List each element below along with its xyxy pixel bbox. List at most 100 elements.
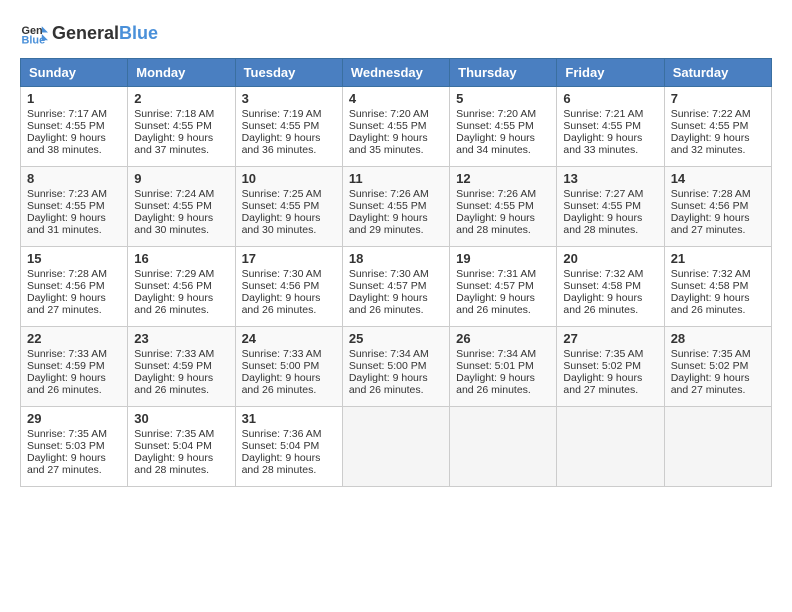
- sunrise-text: Sunrise: 7:35 AM: [671, 348, 751, 360]
- daylight-text: Daylight: 9 hours and 31 minutes.: [27, 212, 106, 236]
- daylight-text: Daylight: 9 hours and 28 minutes.: [563, 212, 642, 236]
- sunset-text: Sunset: 4:56 PM: [242, 280, 320, 292]
- calendar-cell: 24Sunrise: 7:33 AMSunset: 5:00 PMDayligh…: [235, 327, 342, 407]
- daylight-text: Daylight: 9 hours and 28 minutes.: [242, 452, 321, 476]
- calendar-cell: 7Sunrise: 7:22 AMSunset: 4:55 PMDaylight…: [664, 87, 771, 167]
- sunrise-text: Sunrise: 7:35 AM: [27, 428, 107, 440]
- daylight-text: Daylight: 9 hours and 26 minutes.: [456, 292, 535, 316]
- col-header-sunday: Sunday: [21, 59, 128, 87]
- day-number: 11: [349, 171, 443, 186]
- sunrise-text: Sunrise: 7:28 AM: [27, 268, 107, 280]
- daylight-text: Daylight: 9 hours and 27 minutes.: [27, 292, 106, 316]
- daylight-text: Daylight: 9 hours and 33 minutes.: [563, 132, 642, 156]
- sunset-text: Sunset: 4:59 PM: [27, 360, 105, 372]
- day-number: 18: [349, 251, 443, 266]
- calendar-cell: 19Sunrise: 7:31 AMSunset: 4:57 PMDayligh…: [450, 247, 557, 327]
- sunset-text: Sunset: 4:59 PM: [134, 360, 212, 372]
- calendar-cell: 14Sunrise: 7:28 AMSunset: 4:56 PMDayligh…: [664, 167, 771, 247]
- sunrise-text: Sunrise: 7:29 AM: [134, 268, 214, 280]
- calendar-cell: 20Sunrise: 7:32 AMSunset: 4:58 PMDayligh…: [557, 247, 664, 327]
- day-number: 5: [456, 91, 550, 106]
- sunset-text: Sunset: 4:55 PM: [456, 120, 534, 132]
- sunset-text: Sunset: 4:57 PM: [349, 280, 427, 292]
- daylight-text: Daylight: 9 hours and 26 minutes.: [27, 372, 106, 396]
- sunset-text: Sunset: 5:03 PM: [27, 440, 105, 452]
- calendar-cell: 25Sunrise: 7:34 AMSunset: 5:00 PMDayligh…: [342, 327, 449, 407]
- sunrise-text: Sunrise: 7:25 AM: [242, 188, 322, 200]
- sunset-text: Sunset: 5:00 PM: [349, 360, 427, 372]
- day-number: 27: [563, 331, 657, 346]
- daylight-text: Daylight: 9 hours and 26 minutes.: [134, 292, 213, 316]
- daylight-text: Daylight: 9 hours and 27 minutes.: [671, 212, 750, 236]
- daylight-text: Daylight: 9 hours and 35 minutes.: [349, 132, 428, 156]
- daylight-text: Daylight: 9 hours and 32 minutes.: [671, 132, 750, 156]
- logo-icon: Gen Blue: [20, 20, 48, 48]
- sunrise-text: Sunrise: 7:35 AM: [563, 348, 643, 360]
- daylight-text: Daylight: 9 hours and 38 minutes.: [27, 132, 106, 156]
- week-row-4: 22Sunrise: 7:33 AMSunset: 4:59 PMDayligh…: [21, 327, 772, 407]
- svg-text:Blue: Blue: [22, 34, 46, 46]
- sunset-text: Sunset: 4:55 PM: [242, 120, 320, 132]
- week-row-5: 29 Sunrise: 7:35 AMSunset: 5:03 PM Dayligh…: [21, 407, 772, 487]
- sunset-text: Sunset: 4:58 PM: [671, 280, 749, 292]
- week-row-1: 1Sunrise: 7:17 AMSunset: 4:55 PMDaylight…: [21, 87, 772, 167]
- calendar-cell: 30Sunrise: 7:35 AMSunset: 5:04 PMDayligh…: [128, 407, 235, 487]
- sunrise-text: Sunrise: 7:27 AM: [563, 188, 643, 200]
- sunrise-text: Sunrise: 7:17 AM: [27, 108, 107, 120]
- calendar-cell: 22 Sunrise: 7:33 AMSunset: 4:59 PMDayligh…: [21, 327, 128, 407]
- header-row: SundayMondayTuesdayWednesdayThursdayFrid…: [21, 59, 772, 87]
- daylight-text: Daylight: 9 hours and 27 minutes.: [563, 372, 642, 396]
- calendar-cell: 16Sunrise: 7:29 AMSunset: 4:56 PMDayligh…: [128, 247, 235, 327]
- sunrise-text: Sunrise: 7:34 AM: [349, 348, 429, 360]
- calendar-cell: 15Sunrise: 7:28 AMSunset: 4:56 PMDayligh…: [21, 247, 128, 327]
- sunrise-text: Sunrise: 7:24 AM: [134, 188, 214, 200]
- daylight-text: Daylight: 9 hours and 26 minutes.: [242, 292, 321, 316]
- day-number: 1: [27, 91, 121, 106]
- daylight-text: Daylight: 9 hours and 36 minutes.: [242, 132, 321, 156]
- daylight-text: Daylight: 9 hours and 26 minutes.: [671, 292, 750, 316]
- day-number: 22: [27, 331, 121, 346]
- day-number: 12: [456, 171, 550, 186]
- day-number: 9: [134, 171, 228, 186]
- calendar-cell: 11Sunrise: 7:26 AMSunset: 4:55 PMDayligh…: [342, 167, 449, 247]
- calendar-cell: 3Sunrise: 7:19 AMSunset: 4:55 PMDaylight…: [235, 87, 342, 167]
- calendar-cell: 5Sunrise: 7:20 AMSunset: 4:55 PMDaylight…: [450, 87, 557, 167]
- calendar-cell: [450, 407, 557, 487]
- calendar-cell: 29Sunrise: 7:35 AMSunset: 5:03 PMDayligh…: [21, 407, 128, 487]
- day-number: 25: [349, 331, 443, 346]
- sunrise-text: Sunrise: 7:32 AM: [671, 268, 751, 280]
- col-header-thursday: Thursday: [450, 59, 557, 87]
- sunset-text: Sunset: 4:55 PM: [349, 200, 427, 212]
- calendar-cell: 23 Sunrise: 7:33 AMSunset: 4:59 PMDayligh…: [128, 327, 235, 407]
- sunrise-text: Sunrise: 7:30 AM: [349, 268, 429, 280]
- calendar-cell: 13Sunrise: 7:27 AMSunset: 4:55 PMDayligh…: [557, 167, 664, 247]
- calendar-cell: 28Sunrise: 7:35 AMSunset: 5:02 PMDayligh…: [664, 327, 771, 407]
- day-number: 31: [242, 411, 336, 426]
- day-number: 23: [134, 331, 228, 346]
- sunrise-text: Sunrise: 7:33 AM: [27, 348, 107, 360]
- sunset-text: Sunset: 5:00 PM: [242, 360, 320, 372]
- sunrise-text: Sunrise: 7:33 AM: [242, 348, 322, 360]
- col-header-wednesday: Wednesday: [342, 59, 449, 87]
- day-number: 20: [563, 251, 657, 266]
- sunset-text: Sunset: 4:56 PM: [134, 280, 212, 292]
- daylight-text: Daylight: 9 hours and 26 minutes.: [563, 292, 642, 316]
- sunrise-text: Sunrise: 7:33 AM: [134, 348, 214, 360]
- sunrise-text: Sunrise: 7:22 AM: [671, 108, 751, 120]
- sunset-text: Sunset: 4:58 PM: [563, 280, 641, 292]
- calendar-cell: 10Sunrise: 7:25 AMSunset: 4:55 PMDayligh…: [235, 167, 342, 247]
- week-row-3: 15Sunrise: 7:28 AMSunset: 4:56 PMDayligh…: [21, 247, 772, 327]
- calendar-cell: 2Sunrise: 7:18 AMSunset: 4:55 PMDaylight…: [128, 87, 235, 167]
- calendar-cell: 26Sunrise: 7:34 AMSunset: 5:01 PMDayligh…: [450, 327, 557, 407]
- calendar-cell: 6Sunrise: 7:21 AMSunset: 4:55 PMDaylight…: [557, 87, 664, 167]
- sunrise-text: Sunrise: 7:34 AM: [456, 348, 536, 360]
- daylight-text: Daylight: 9 hours and 28 minutes.: [456, 212, 535, 236]
- day-number: 14: [671, 171, 765, 186]
- daylight-text: Daylight: 9 hours and 26 minutes.: [456, 372, 535, 396]
- daylight-text: Daylight: 9 hours and 26 minutes.: [134, 372, 213, 396]
- sunset-text: Sunset: 4:55 PM: [456, 200, 534, 212]
- calendar-cell: 17Sunrise: 7:30 AMSunset: 4:56 PMDayligh…: [235, 247, 342, 327]
- col-header-friday: Friday: [557, 59, 664, 87]
- day-number: 29: [27, 411, 121, 426]
- sunset-text: Sunset: 5:04 PM: [134, 440, 212, 452]
